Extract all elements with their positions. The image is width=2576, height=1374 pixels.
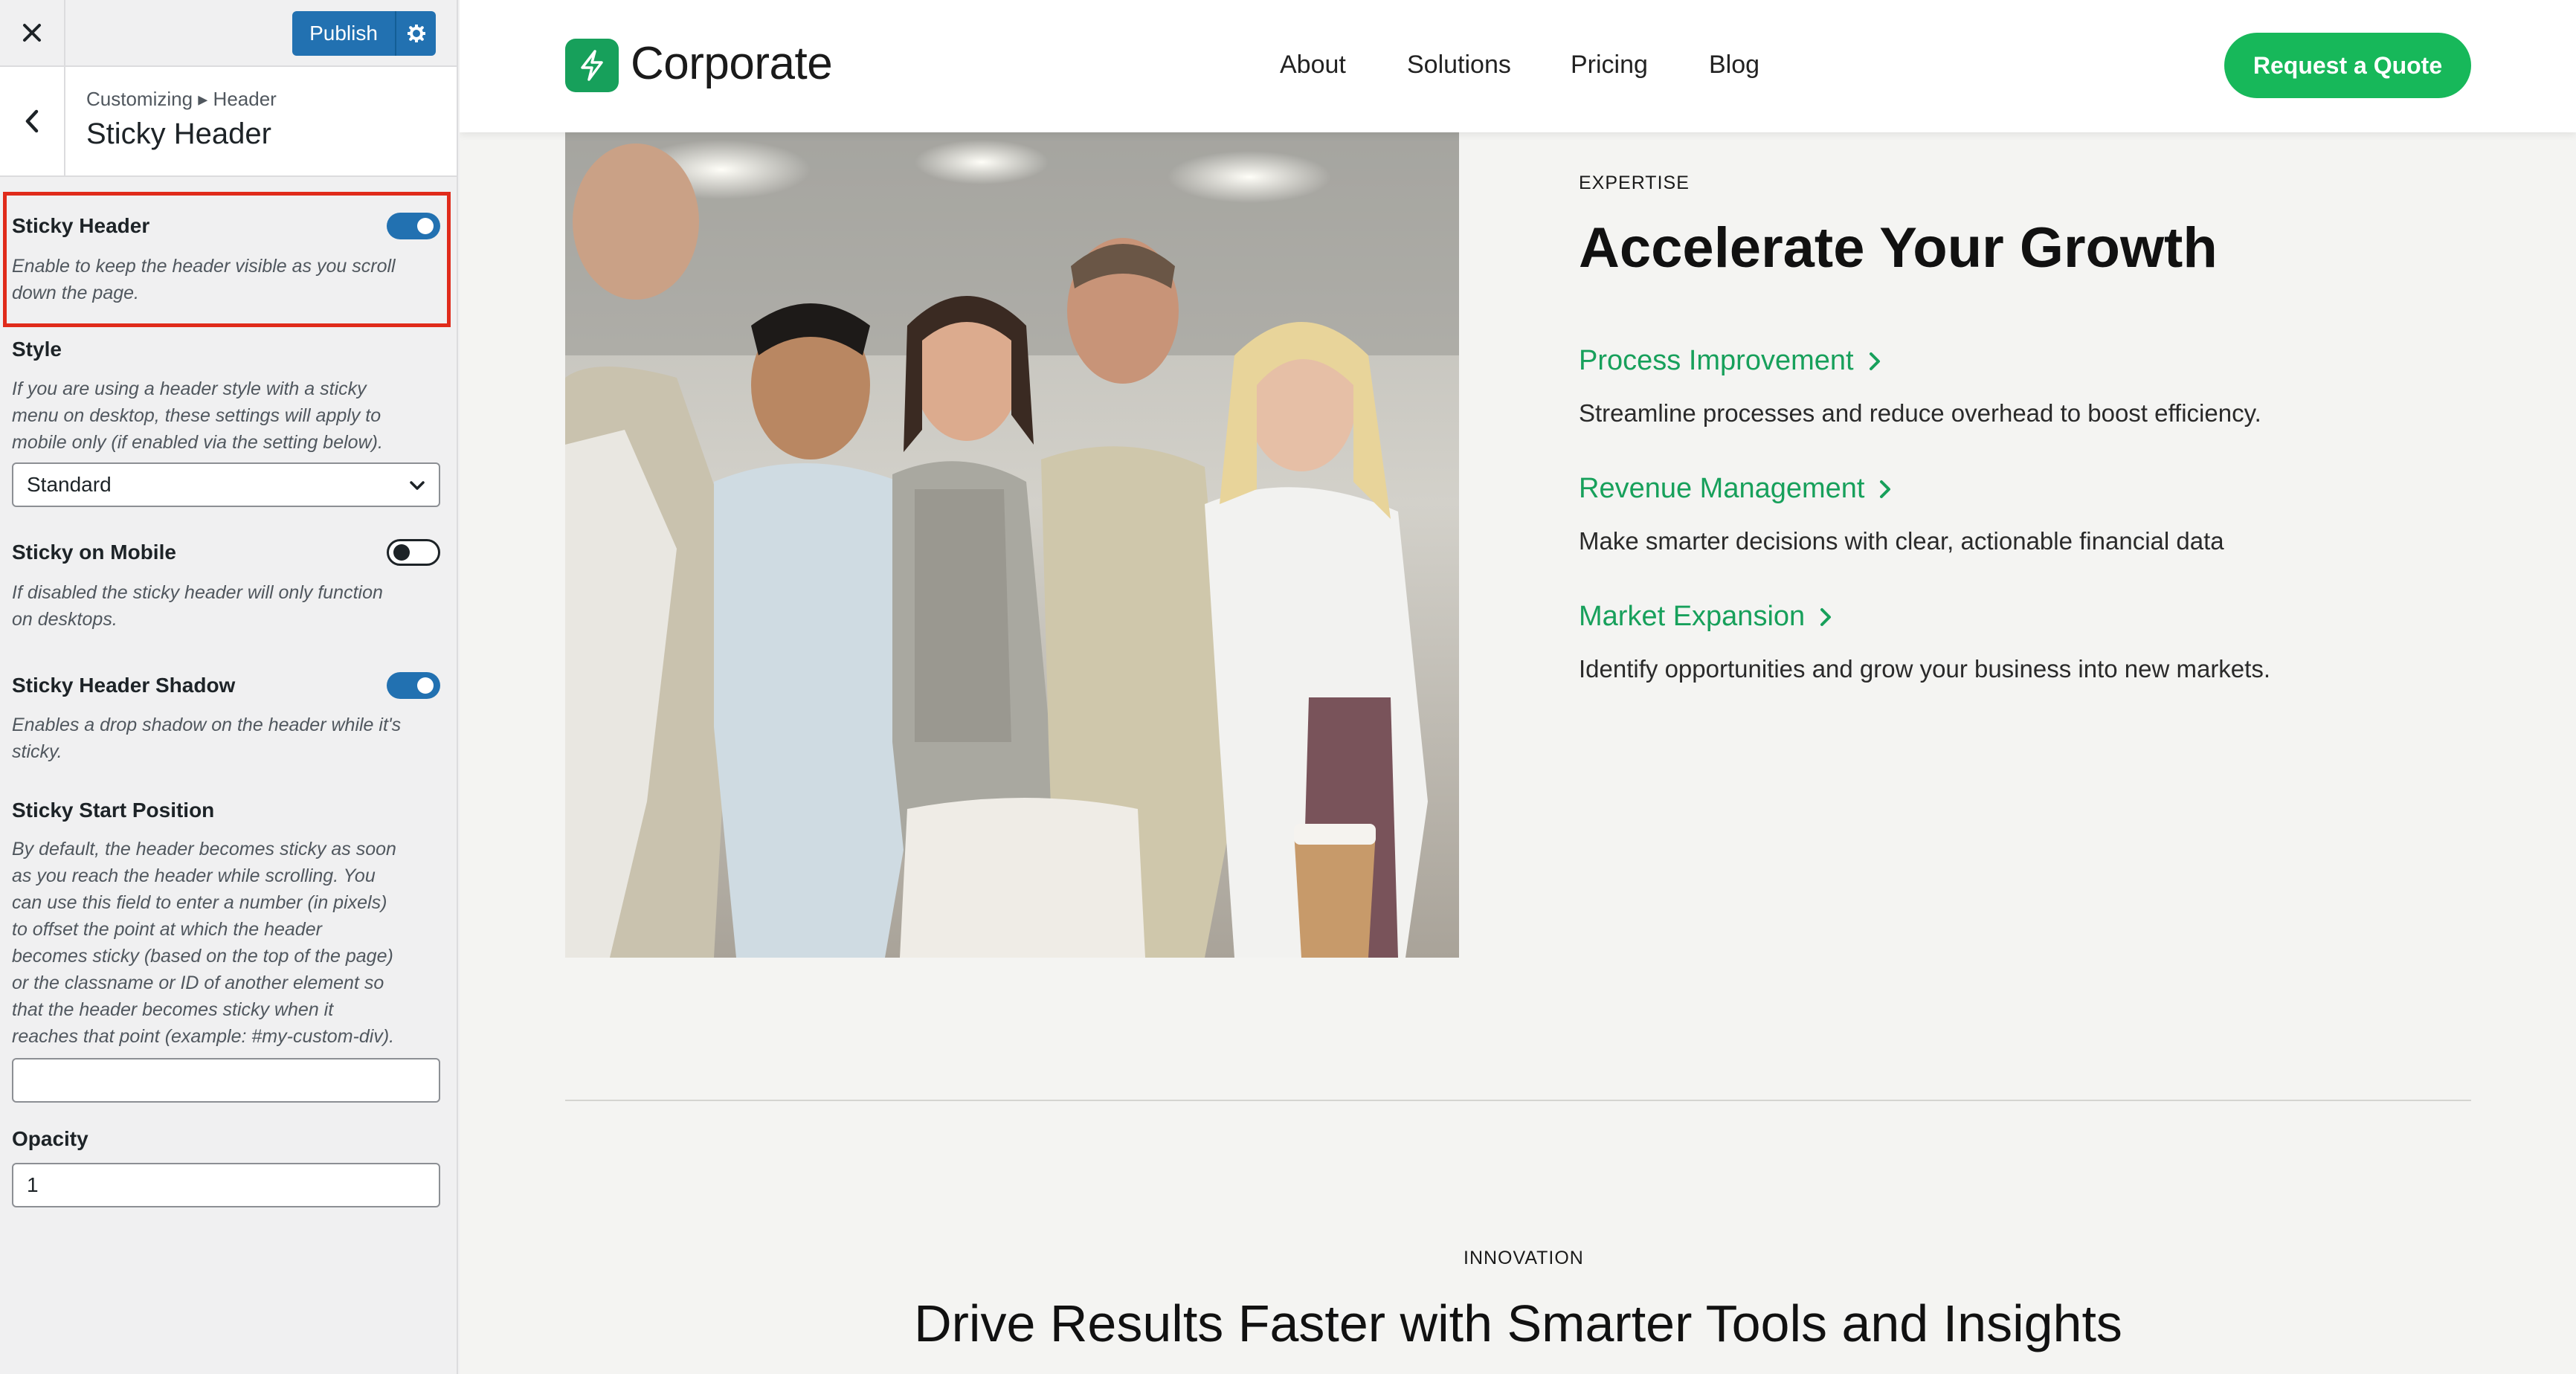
customizer-sidebar: Publish Customizing ▸ Header Sticky Head… xyxy=(0,0,458,1374)
sticky-header-description-line: down the page. xyxy=(12,283,139,303)
start-position-description-line: to offset the point at which the header xyxy=(12,919,322,940)
toggle-knob xyxy=(417,218,434,234)
chevron-right-icon xyxy=(1880,480,1891,498)
section-header: Customizing ▸ Header Sticky Header xyxy=(0,67,457,177)
sticky-header-toggle[interactable] xyxy=(387,213,440,239)
feature-title: Process Improvement xyxy=(1579,345,1854,376)
section-title: Sticky Header xyxy=(86,117,271,150)
feature-title: Revenue Management xyxy=(1579,473,1865,504)
sticky-header-label: Sticky Header xyxy=(12,214,150,237)
opacity-input[interactable]: 1 xyxy=(12,1163,440,1207)
publish-button[interactable]: Publish xyxy=(292,11,395,56)
feature-description: Identify opportunities and grow your bus… xyxy=(1579,655,2270,683)
logo-mark[interactable] xyxy=(565,39,619,92)
nav-link-solutions[interactable]: Solutions xyxy=(1407,51,1511,80)
breadcrumb: Customizing ▸ Header xyxy=(86,88,277,110)
innovation-eyebrow: INNOVATION xyxy=(1464,1248,1584,1268)
style-select[interactable]: Standard xyxy=(12,462,440,507)
nav-link-pricing[interactable]: Pricing xyxy=(1571,51,1648,80)
sticky-mobile-label: Sticky on Mobile xyxy=(12,541,176,564)
section-divider xyxy=(565,1100,2471,1101)
start-position-description-line: can use this field to enter a number (in… xyxy=(12,892,387,913)
style-description-line: menu on desktop, these settings will app… xyxy=(12,405,381,426)
start-position-description-line: as you reach the header while scrolling.… xyxy=(12,865,376,886)
close-icon xyxy=(23,24,41,42)
feature-link-revenue-management[interactable]: Revenue Management xyxy=(1579,473,1891,505)
start-position-label: Sticky Start Position xyxy=(12,799,215,822)
customizer-topbar: Publish xyxy=(0,0,457,67)
team-photo xyxy=(565,132,1459,958)
expertise-title: Accelerate Your Growth xyxy=(1579,216,2218,280)
start-position-description-line: reaches that point (example: #my-custom-… xyxy=(12,1026,395,1047)
start-position-description-line: or the classname or ID of another elemen… xyxy=(12,973,384,993)
feature-link-process-improvement[interactable]: Process Improvement xyxy=(1579,345,1881,377)
start-position-description-line: becomes sticky (based on the top of the … xyxy=(12,946,393,967)
feature-title: Market Expansion xyxy=(1579,601,1806,632)
nav-link-about[interactable]: About xyxy=(1280,51,1346,80)
site-header: Corporate About Solutions Pricing Blog R… xyxy=(460,0,2576,132)
opacity-label: Opacity xyxy=(12,1127,88,1150)
back-button[interactable] xyxy=(0,67,65,175)
chevron-right-icon xyxy=(1869,352,1880,370)
chevron-down-icon xyxy=(410,481,425,490)
start-position-input[interactable] xyxy=(12,1058,440,1103)
back-chevron-icon xyxy=(25,109,39,133)
lightning-bolt-icon xyxy=(581,50,603,81)
sticky-mobile-description-line: on desktops. xyxy=(12,609,117,630)
chevron-right-icon xyxy=(1820,607,1832,626)
start-position-description-line: that the header becomes sticky when it xyxy=(12,999,334,1020)
sticky-header-description-line: Enable to keep the header visible as you… xyxy=(12,256,396,277)
publish-settings-button[interactable] xyxy=(395,11,436,56)
expertise-eyebrow: EXPERTISE xyxy=(1579,172,1690,193)
feature-link-market-expansion[interactable]: Market Expansion xyxy=(1579,601,1832,633)
sticky-shadow-description-line: sticky. xyxy=(12,741,62,762)
request-quote-button[interactable]: Request a Quote xyxy=(2224,33,2471,98)
style-label: Style xyxy=(12,338,62,361)
toggle-knob xyxy=(393,544,410,561)
style-description-line: mobile only (if enabled via the setting … xyxy=(12,432,383,453)
style-select-value: Standard xyxy=(27,473,112,496)
start-position-description-line: By default, the header becomes sticky as… xyxy=(12,839,396,859)
sticky-shadow-description-line: Enables a drop shadow on the header whil… xyxy=(12,715,402,735)
publish-group: Publish xyxy=(292,11,436,56)
style-description-line: If you are using a header style with a s… xyxy=(12,378,367,399)
nav-link-blog[interactable]: Blog xyxy=(1709,51,1759,80)
sticky-shadow-toggle[interactable] xyxy=(387,672,440,699)
gear-icon xyxy=(407,25,425,42)
team-photo-illustration xyxy=(565,132,1459,958)
sticky-mobile-toggle[interactable] xyxy=(387,539,440,566)
innovation-title: Drive Results Faster with Smarter Tools … xyxy=(914,1294,2122,1352)
toggle-knob xyxy=(417,677,434,694)
close-customizer-button[interactable] xyxy=(0,0,65,65)
site-logo-text[interactable]: Corporate xyxy=(631,37,833,90)
sticky-shadow-label: Sticky Header Shadow xyxy=(12,674,236,697)
site-preview: Corporate About Solutions Pricing Blog R… xyxy=(460,0,2576,1374)
sticky-mobile-description-line: If disabled the sticky header will only … xyxy=(12,582,383,603)
feature-description: Streamline processes and reduce overhead… xyxy=(1579,399,2261,427)
feature-description: Make smarter decisions with clear, actio… xyxy=(1579,527,2224,555)
